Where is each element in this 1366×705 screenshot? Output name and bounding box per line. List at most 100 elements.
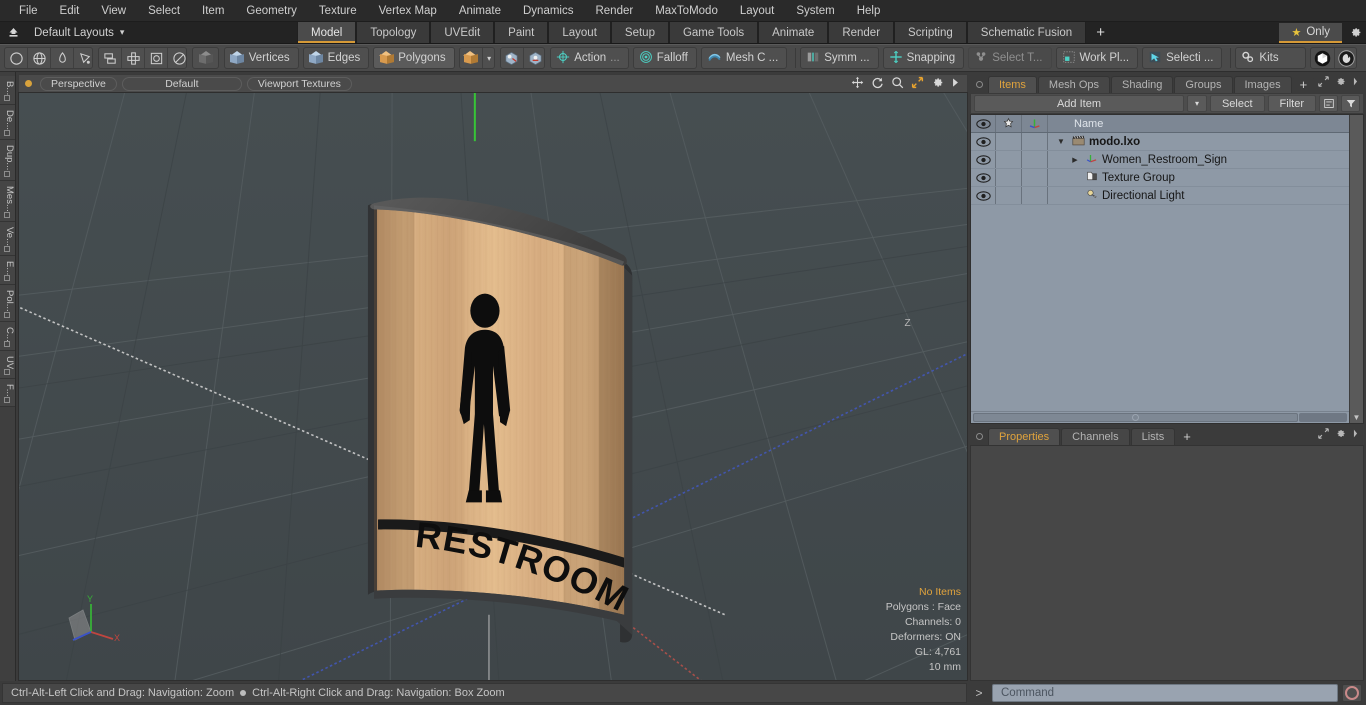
select-mode-edges[interactable]: Edges: [302, 47, 370, 69]
vtab-deform[interactable]: De...: [0, 105, 15, 141]
gear-icon[interactable]: [1335, 428, 1346, 442]
unreal-engine-icon[interactable]: [1335, 48, 1356, 68]
kits-button[interactable]: Kits: [1235, 47, 1306, 69]
row-lock-cell[interactable]: [996, 169, 1022, 186]
menu-item-layout[interactable]: Layout: [729, 0, 786, 22]
duplicate-icon[interactable]: [99, 48, 123, 68]
layout-tab-setup[interactable]: Setup: [610, 22, 669, 43]
expand-arrows-icon[interactable]: [1318, 428, 1329, 442]
tab-items[interactable]: Items: [988, 76, 1037, 93]
action-center-button[interactable]: Action ...: [550, 47, 629, 69]
vtab-curve[interactable]: C...: [0, 321, 15, 352]
layout-tab-animate[interactable]: Animate: [758, 22, 829, 43]
add-properties-tab-button[interactable]: +: [1176, 428, 1198, 445]
row-name-cell[interactable]: ▼ modo.lxo: [1048, 133, 1349, 150]
layout-tab-paint[interactable]: Paint: [494, 22, 549, 43]
items-vertical-scrollbar[interactable]: ▼: [1349, 115, 1363, 423]
vtab-vertex[interactable]: Ve...: [0, 221, 15, 256]
center-icon[interactable]: [145, 48, 169, 68]
pen-icon[interactable]: [51, 48, 74, 68]
tab-images[interactable]: Images: [1233, 76, 1292, 93]
menu-item-help[interactable]: Help: [846, 0, 892, 22]
vtab-polygon[interactable]: Pol...: [0, 284, 15, 322]
select-button[interactable]: Select: [1209, 95, 1265, 112]
layout-tab-render[interactable]: Render: [828, 22, 895, 43]
menu-item-vertex-map[interactable]: Vertex Map: [368, 0, 448, 22]
work-plane-button[interactable]: Work Pl...: [1055, 47, 1139, 69]
menu-item-select[interactable]: Select: [137, 0, 191, 22]
vtab-fusion[interactable]: F...: [0, 379, 15, 408]
layout-tab-game-tools[interactable]: Game Tools: [668, 22, 759, 43]
selection-set-button[interactable]: Selecti ...: [1142, 47, 1223, 69]
tab-lists[interactable]: Lists: [1130, 428, 1176, 445]
row-lock-cell[interactable]: [996, 151, 1022, 168]
layout-tab-schematic-fusion[interactable]: Schematic Fusion: [966, 22, 1087, 43]
add-layout-tab-button[interactable]: +: [1086, 22, 1115, 43]
vtab-uv[interactable]: UV: [0, 351, 15, 380]
tab-mesh-ops[interactable]: Mesh Ops: [1037, 76, 1111, 93]
layout-tab-model[interactable]: Model: [296, 22, 357, 43]
scroll-down-arrow-icon[interactable]: ▼: [1353, 413, 1361, 423]
menu-item-edit[interactable]: Edit: [49, 0, 91, 22]
add-panel-tab-button[interactable]: +: [1292, 76, 1315, 93]
gear-icon[interactable]: [1344, 22, 1366, 43]
menu-item-file[interactable]: File: [8, 0, 49, 22]
circle-icon[interactable]: [5, 48, 28, 68]
record-circle-icon[interactable]: [1342, 684, 1362, 702]
menu-item-maxtomodo[interactable]: MaxToModo: [644, 0, 729, 22]
row-axis-cell[interactable]: [1022, 187, 1048, 204]
tab-channels[interactable]: Channels: [1061, 428, 1130, 445]
gear-icon[interactable]: [1335, 76, 1346, 90]
material-cube-icon[interactable]: [460, 48, 483, 68]
column-lock-icon[interactable]: [996, 115, 1022, 132]
menu-item-view[interactable]: View: [90, 0, 137, 22]
layout-selector[interactable]: Default Layouts ▾: [26, 22, 132, 43]
items-list-body-empty[interactable]: [971, 205, 1349, 411]
item-cube-icon[interactable]: [193, 48, 218, 68]
table-row[interactable]: Directional Light: [971, 187, 1349, 205]
row-name-cell[interactable]: Texture Group: [1048, 169, 1349, 186]
pan-icon[interactable]: [851, 76, 864, 92]
vtab-edge[interactable]: E...: [0, 255, 15, 285]
command-input[interactable]: Command: [992, 684, 1338, 702]
viewport-preset-selector[interactable]: Default: [121, 76, 242, 91]
select-mode-polygons[interactable]: Polygons: [373, 47, 455, 69]
list-options-icon[interactable]: [1319, 95, 1338, 112]
panel-menu-dot-icon[interactable]: [976, 81, 983, 88]
play-arrow-icon[interactable]: [951, 76, 960, 92]
menu-item-system[interactable]: System: [785, 0, 845, 22]
viewport-gear-icon[interactable]: [931, 76, 944, 92]
properties-content-empty[interactable]: [970, 445, 1364, 681]
layout-tab-topology[interactable]: Topology: [356, 22, 431, 43]
chevron-down-icon[interactable]: ▾: [483, 48, 494, 68]
table-row[interactable]: ▶ Women_Restroom_Sign: [971, 151, 1349, 169]
layout-tab-scripting[interactable]: Scripting: [894, 22, 967, 43]
add-item-button[interactable]: Add Item: [974, 95, 1184, 112]
tab-properties[interactable]: Properties: [988, 428, 1061, 445]
vtab-mesh-edit[interactable]: Mes...: [0, 180, 15, 222]
layout-tab-layout[interactable]: Layout: [548, 22, 611, 43]
menu-item-render[interactable]: Render: [584, 0, 644, 22]
viewport-menu-dot-icon[interactable]: [25, 80, 32, 87]
viewport-projection-selector[interactable]: Perspective: [40, 76, 117, 91]
scrollbar-thumb[interactable]: [973, 413, 1298, 422]
row-visibility-eye-icon[interactable]: [971, 133, 996, 150]
row-lock-cell[interactable]: [996, 187, 1022, 204]
falloff-button[interactable]: Falloff: [632, 47, 697, 69]
rotate-icon[interactable]: [871, 76, 884, 92]
modo-logo-icon[interactable]: [1311, 48, 1335, 68]
chevron-right-icon[interactable]: [1352, 428, 1359, 442]
snap-pivot-icon[interactable]: [501, 48, 524, 68]
only-button[interactable]: ★ Only: [1279, 23, 1343, 43]
expand-arrows-icon[interactable]: [1318, 76, 1329, 90]
globe-icon[interactable]: [28, 48, 51, 68]
items-horizontal-scrollbar[interactable]: [971, 411, 1349, 423]
row-visibility-eye-icon[interactable]: [971, 187, 996, 204]
chevron-right-icon[interactable]: [1352, 76, 1359, 90]
symmetry-button[interactable]: Symm ...: [800, 47, 879, 69]
select-through-button[interactable]: Select T...: [968, 47, 1052, 69]
row-lock-cell[interactable]: [996, 133, 1022, 150]
menu-item-item[interactable]: Item: [191, 0, 235, 22]
layout-tab-uvedit[interactable]: UVEdit: [430, 22, 495, 43]
row-axis-cell[interactable]: [1022, 169, 1048, 186]
